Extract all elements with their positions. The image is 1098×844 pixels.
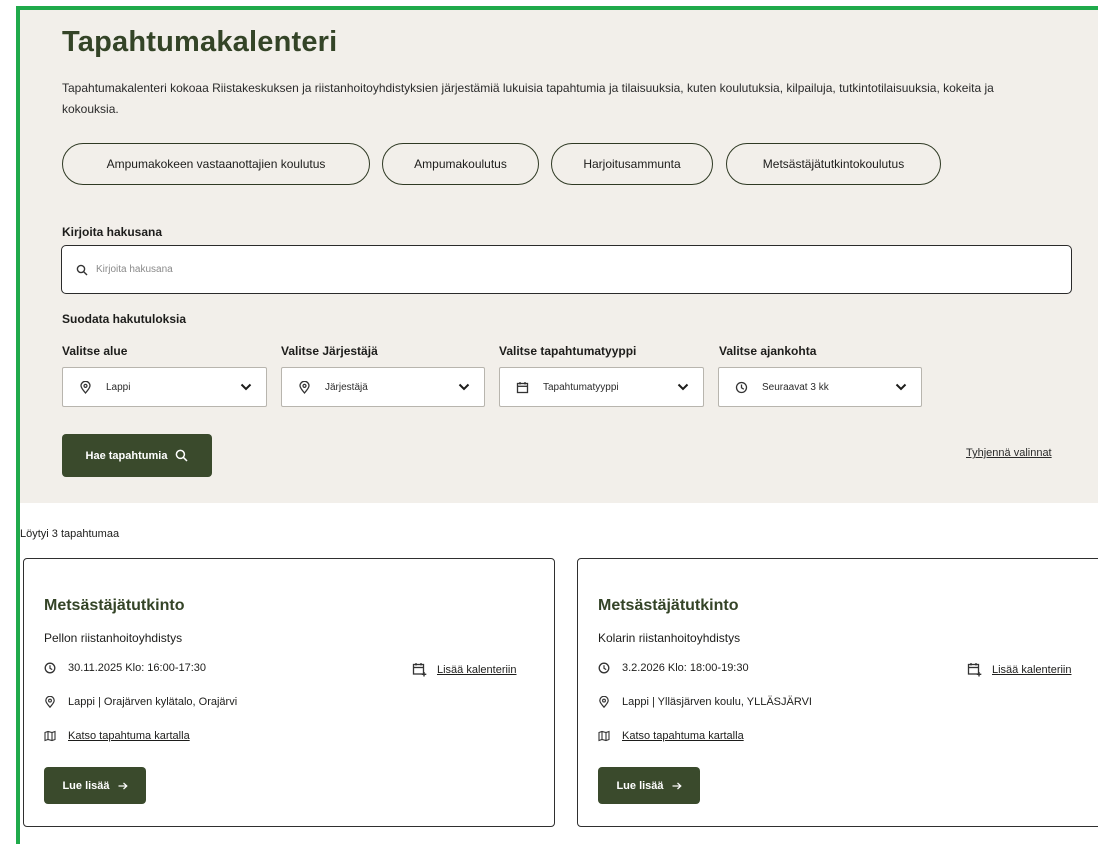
chevron-down-icon	[458, 383, 470, 391]
arrow-right-icon	[672, 782, 682, 789]
event-location-row: Lappi | Ylläsjärven koulu, YLLÄSJÄRVI	[598, 696, 812, 708]
event-type-select-value: Tapahtumatyyppi	[543, 381, 619, 393]
event-organizer: Kolarin riistanhoitoyhdistys	[598, 631, 741, 645]
event-location-row: Lappi | Orajärven kylätalo, Orajärvi	[44, 696, 237, 708]
chip-ampumakokeen-koulutus[interactable]: Ampumakokeen vastaanottajien koulutus	[62, 143, 370, 185]
organizer-filter-label: Valitse Järjestäjä	[281, 344, 378, 358]
chevron-down-icon	[677, 383, 689, 391]
event-location: Lappi | Ylläsjärven koulu, YLLÄSJÄRVI	[622, 696, 812, 708]
event-datetime: 30.11.2025 Klo: 16:00-17:30	[68, 662, 207, 674]
time-select[interactable]: Seuraavat 3 kk	[718, 367, 922, 407]
results-count: Löytyi 3 tapahtumaa	[20, 528, 120, 540]
page-intro: Tapahtumakalenteri kokoaa Riistakeskukse…	[62, 81, 994, 116]
chevron-down-icon	[895, 383, 907, 391]
calendar-icon	[516, 381, 529, 393]
read-more-label: Lue lisää	[62, 779, 110, 792]
chip-metsastajatutkintokoulutus[interactable]: Metsästäjätutkintokoulutus	[726, 143, 941, 185]
event-map-row: Katso tapahtuma kartalla	[44, 730, 190, 742]
event-organizer: Pellon riistanhoitoyhdistys	[44, 631, 183, 645]
event-type-filter-label: Valitse tapahtumatyyppi	[499, 344, 637, 358]
chip-harjoitusammunta[interactable]: Harjoitusammunta	[551, 143, 713, 185]
event-card: Metsästäjätutkinto Pellon riistanhoitoyh…	[23, 558, 555, 827]
add-to-calendar-label: Lisää kalenteriin	[992, 663, 1072, 676]
area-filter-label: Valitse alue	[62, 344, 128, 358]
search-input[interactable]	[96, 264, 996, 275]
event-datetime-row: 30.11.2025 Klo: 16:00-17:30	[44, 662, 206, 674]
chip-ampumakoulutus[interactable]: Ampumakoulutus	[382, 143, 539, 185]
search-label: Kirjoita hakusana	[62, 225, 163, 239]
event-card: Metsästäjätutkinto Kolarin riistanhoitoy…	[577, 558, 1098, 827]
search-field[interactable]	[61, 245, 1072, 294]
search-events-button-label: Hae tapahtumia	[85, 449, 168, 462]
search-icon	[76, 264, 88, 275]
arrow-right-icon	[118, 782, 128, 789]
read-more-label: Lue lisää	[616, 779, 664, 792]
location-pin-icon	[80, 380, 91, 394]
read-more-button[interactable]: Lue lisää	[44, 767, 146, 804]
clear-selections-link[interactable]: Tyhjennä valinnat	[966, 447, 1052, 459]
time-filter-label: Valitse ajankohta	[719, 344, 817, 358]
add-to-calendar-link[interactable]: Lisää kalenteriin	[412, 662, 517, 677]
area-select-value: Lappi	[106, 381, 131, 393]
organizer-select[interactable]: Järjestäjä	[281, 367, 485, 407]
page-title: Tapahtumakalenteri	[62, 26, 338, 58]
add-to-calendar-link[interactable]: Lisää kalenteriin	[967, 662, 1072, 677]
view-on-map-link[interactable]: Katso tapahtuma kartalla	[68, 730, 190, 742]
view-on-map-link[interactable]: Katso tapahtuma kartalla	[622, 730, 744, 742]
location-pin-icon	[599, 696, 609, 708]
calendar-add-icon	[412, 663, 427, 677]
time-select-value: Seuraavat 3 kk	[762, 381, 829, 393]
area-select[interactable]: Lappi	[62, 367, 267, 407]
clock-icon	[44, 662, 56, 674]
clock-icon	[735, 381, 748, 393]
read-more-button[interactable]: Lue lisää	[598, 767, 700, 804]
event-title: Metsästäjätutkinto	[44, 597, 185, 614]
organizer-select-value: Järjestäjä	[325, 381, 368, 393]
event-map-row: Katso tapahtuma kartalla	[598, 730, 744, 742]
location-pin-icon	[299, 380, 310, 394]
event-location: Lappi | Orajärven kylätalo, Orajärvi	[68, 696, 238, 708]
search-icon	[176, 449, 188, 462]
event-type-select[interactable]: Tapahtumatyyppi	[499, 367, 704, 407]
map-icon	[598, 730, 610, 742]
map-icon	[44, 730, 56, 742]
search-events-button[interactable]: Hae tapahtumia	[62, 434, 212, 477]
location-pin-icon	[45, 696, 55, 708]
event-title: Metsästäjätutkinto	[598, 597, 739, 614]
event-datetime: 3.2.2026 Klo: 18:00-19:30	[622, 662, 749, 674]
filters-heading: Suodata hakutuloksia	[62, 312, 187, 326]
calendar-add-icon	[967, 663, 982, 677]
clock-icon	[598, 662, 610, 674]
chevron-down-icon	[240, 383, 252, 391]
event-datetime-row: 3.2.2026 Klo: 18:00-19:30	[598, 662, 749, 674]
add-to-calendar-label: Lisää kalenteriin	[437, 663, 517, 676]
